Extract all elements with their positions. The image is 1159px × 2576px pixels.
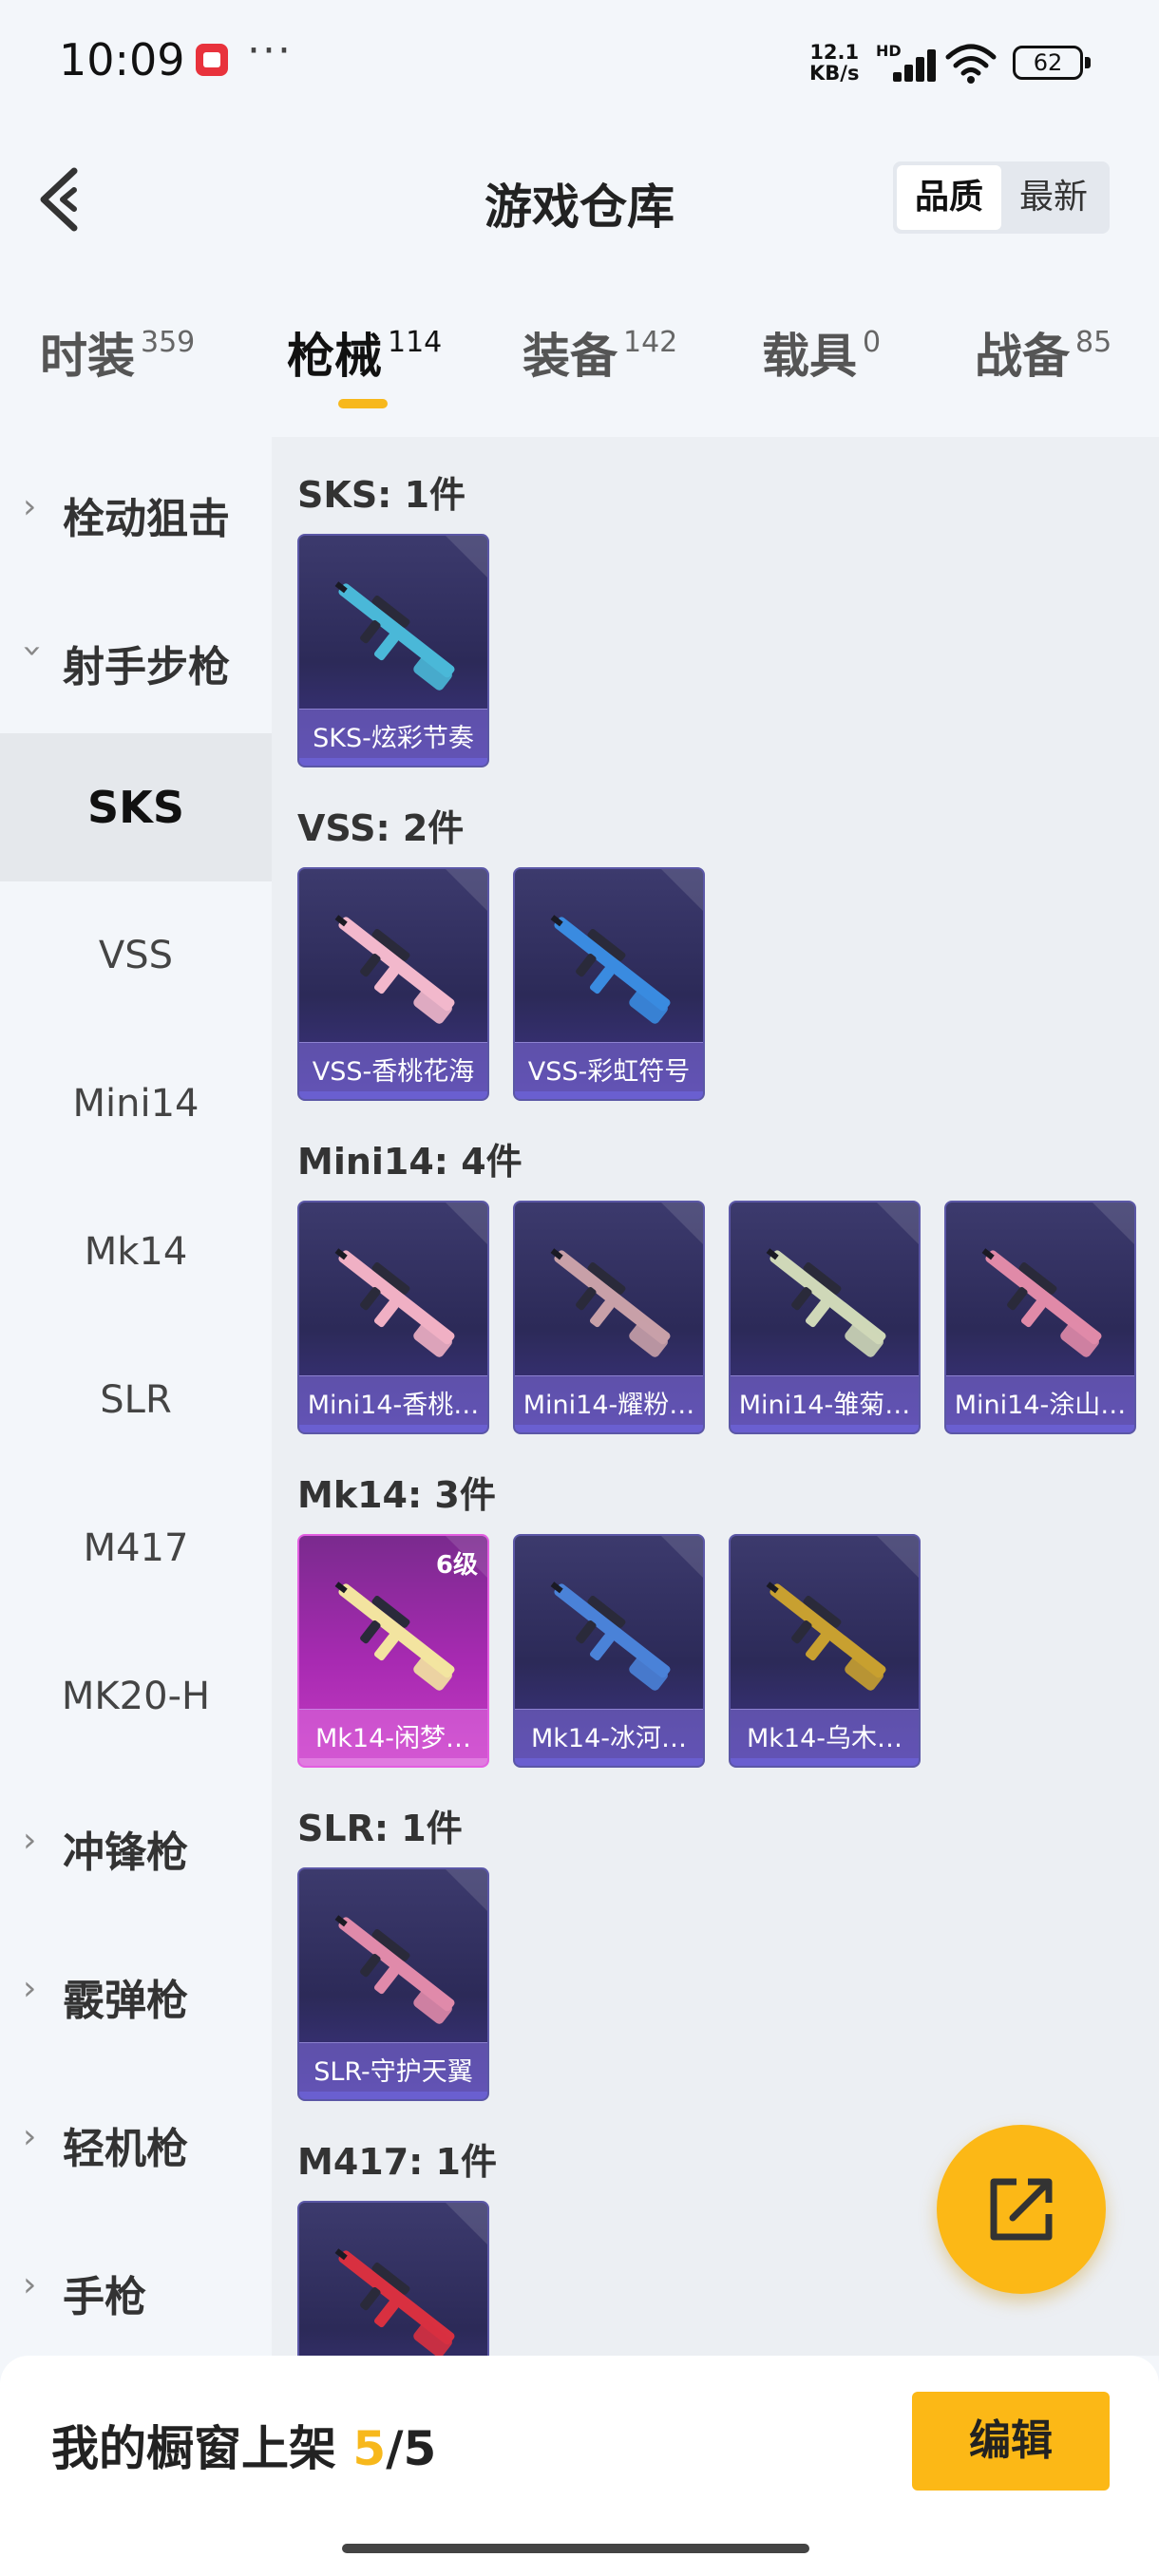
sidebar-item-pistol[interactable]: › 手枪 [0, 2215, 272, 2363]
weapon-card-mini14-4[interactable]: Mini14-涂山… [944, 1201, 1136, 1434]
section-title-sks: SKS: 1件 [297, 474, 466, 516]
rifle-icon [550, 1248, 671, 1357]
weapon-name: Mini14-雏菊… [738, 1391, 911, 1420]
cell-signal-icon [880, 47, 936, 82]
category-tabs: 时装 359 枪械 114 装备 142 载具 0 战备 85 [0, 318, 1159, 413]
weapon-name: Mk14-闲梦… [314, 1724, 472, 1753]
sidebar-item-shotgun[interactable]: › 霰弹枪 [0, 1919, 272, 2067]
rifle-icon [550, 1582, 671, 1691]
chevron-down-icon: › [13, 644, 52, 658]
home-indicator[interactable] [342, 2544, 809, 2553]
wifi-icon [945, 44, 997, 84]
sidebar-sub-mk14[interactable]: Mk14 [0, 1178, 272, 1326]
chevron-right-icon: › [23, 1969, 37, 2008]
section-title-m417: M417: 1件 [297, 2141, 498, 2183]
rifle-icon [334, 581, 455, 691]
more-notifications-icon: ··· [247, 27, 293, 75]
sidebar-sub-mk20h[interactable]: MK20-H [0, 1622, 272, 1771]
rifle-icon [334, 1915, 455, 2024]
weapon-card-mk14-3[interactable]: Mk14-乌木… [729, 1534, 921, 1768]
rifle-icon [981, 1248, 1102, 1357]
back-arrow-icon[interactable] [32, 163, 89, 236]
weapon-name: Mk14-冰河… [530, 1724, 688, 1753]
notification-app-icon [196, 44, 228, 76]
chevron-right-icon: › [23, 2265, 37, 2304]
weapon-name: Mini14-香桃… [307, 1391, 480, 1420]
sidebar-sub-mini14[interactable]: Mini14 [0, 1030, 272, 1178]
weapon-card-mini14-2[interactable]: Mini14-耀粉… [513, 1201, 705, 1434]
tab-vehicles[interactable]: 载具 0 [762, 318, 881, 387]
sidebar-item-bolt-action[interactable]: › 栓动狙击 [0, 437, 272, 585]
weapon-name: VSS-香桃花海 [312, 1057, 475, 1087]
weapon-grid: SKS: 1件 SKS-炫彩节奏 VSS: 2件 VSS-香桃花海 VSS-彩虹… [272, 437, 1159, 2356]
share-icon [990, 2178, 1053, 2241]
weapon-card-mini14-3[interactable]: Mini14-雏菊… [729, 1201, 921, 1434]
weapon-name: SKS-炫彩节奏 [313, 724, 474, 753]
chevron-right-icon: › [23, 1821, 37, 1860]
weapon-card-vss-1[interactable]: VSS-香桃花海 [297, 867, 489, 1101]
weapon-name: Mini14-涂山… [954, 1391, 1127, 1420]
battery-icon: 62 [1013, 46, 1091, 80]
edit-button[interactable]: 编辑 [912, 2392, 1110, 2491]
clock: 10:09 [59, 34, 185, 85]
active-tab-indicator [338, 399, 388, 408]
section-title-mini14: Mini14: 4件 [297, 1141, 522, 1183]
section-title-slr: SLR: 1件 [297, 1808, 463, 1849]
tab-supplies[interactable]: 战备 85 [975, 318, 1112, 387]
chevron-right-icon: › [23, 487, 37, 526]
sidebar-sub-vss[interactable]: VSS [0, 881, 272, 1030]
rifle-icon [550, 915, 671, 1024]
sort-toggle: 品质 最新 [893, 161, 1110, 234]
rifle-icon [334, 2248, 455, 2356]
weapon-card-slr-1[interactable]: SLR-守护天翼 [297, 1867, 489, 2101]
section-title-vss: VSS: 2件 [297, 807, 465, 849]
sidebar-sub-m417[interactable]: M417 [0, 1474, 272, 1622]
weapon-card-sks-1[interactable]: SKS-炫彩节奏 [297, 534, 489, 767]
rifle-icon [334, 1582, 455, 1691]
rifle-icon [334, 1248, 455, 1357]
weapon-name: Mk14-乌木… [746, 1724, 903, 1753]
weapon-card-vss-2[interactable]: VSS-彩虹符号 [513, 867, 705, 1101]
bottom-bar: 我的橱窗上架 5/5 编辑 [0, 2356, 1159, 2576]
network-speed: 12.1 KB/s [809, 41, 860, 85]
sidebar-item-smg[interactable]: › 冲锋枪 [0, 1771, 272, 1919]
weapon-name: Mini14-耀粉… [522, 1391, 695, 1420]
weapon-name: SLR-守护天翼 [314, 2057, 473, 2087]
sidebar-item-marksman[interactable]: › 射手步枪 [0, 585, 272, 733]
sidebar-sub-sks[interactable]: SKS [0, 733, 272, 881]
weapon-category-sidebar: › 栓动狙击 › 射手步枪 SKS VSS Mini14 Mk14 SLR M4… [0, 437, 272, 2356]
weapon-card-m417-1[interactable] [297, 2201, 489, 2356]
weapon-card-mini14-1[interactable]: Mini14-香桃… [297, 1201, 489, 1434]
chevron-right-icon: › [23, 2117, 37, 2156]
weapon-name: VSS-彩虹符号 [527, 1057, 691, 1087]
rifle-icon [334, 915, 455, 1024]
section-title-mk14: Mk14: 3件 [297, 1474, 496, 1516]
rifle-icon [766, 1248, 886, 1357]
status-bar: 10:09 ··· 12.1 KB/s HD 62 [0, 0, 1159, 128]
tab-equipment[interactable]: 装备 142 [522, 318, 677, 387]
sidebar-sub-slr[interactable]: SLR [0, 1326, 272, 1474]
share-button[interactable] [937, 2125, 1106, 2294]
weapon-card-mk14-2[interactable]: Mk14-冰河… [513, 1534, 705, 1768]
rifle-icon [766, 1582, 886, 1691]
showcase-counter: 我的橱窗上架 5/5 [51, 2421, 437, 2476]
tab-fashion[interactable]: 时装 359 [40, 318, 195, 387]
sort-newest-option[interactable]: 最新 [1001, 165, 1106, 230]
sort-quality-option[interactable]: 品质 [897, 165, 1001, 230]
sidebar-item-lmg[interactable]: › 轻机枪 [0, 2067, 272, 2215]
tab-guns[interactable]: 枪械 114 [287, 318, 442, 387]
weapon-card-mk14-1[interactable]: 6级 Mk14-闲梦… [297, 1534, 489, 1768]
